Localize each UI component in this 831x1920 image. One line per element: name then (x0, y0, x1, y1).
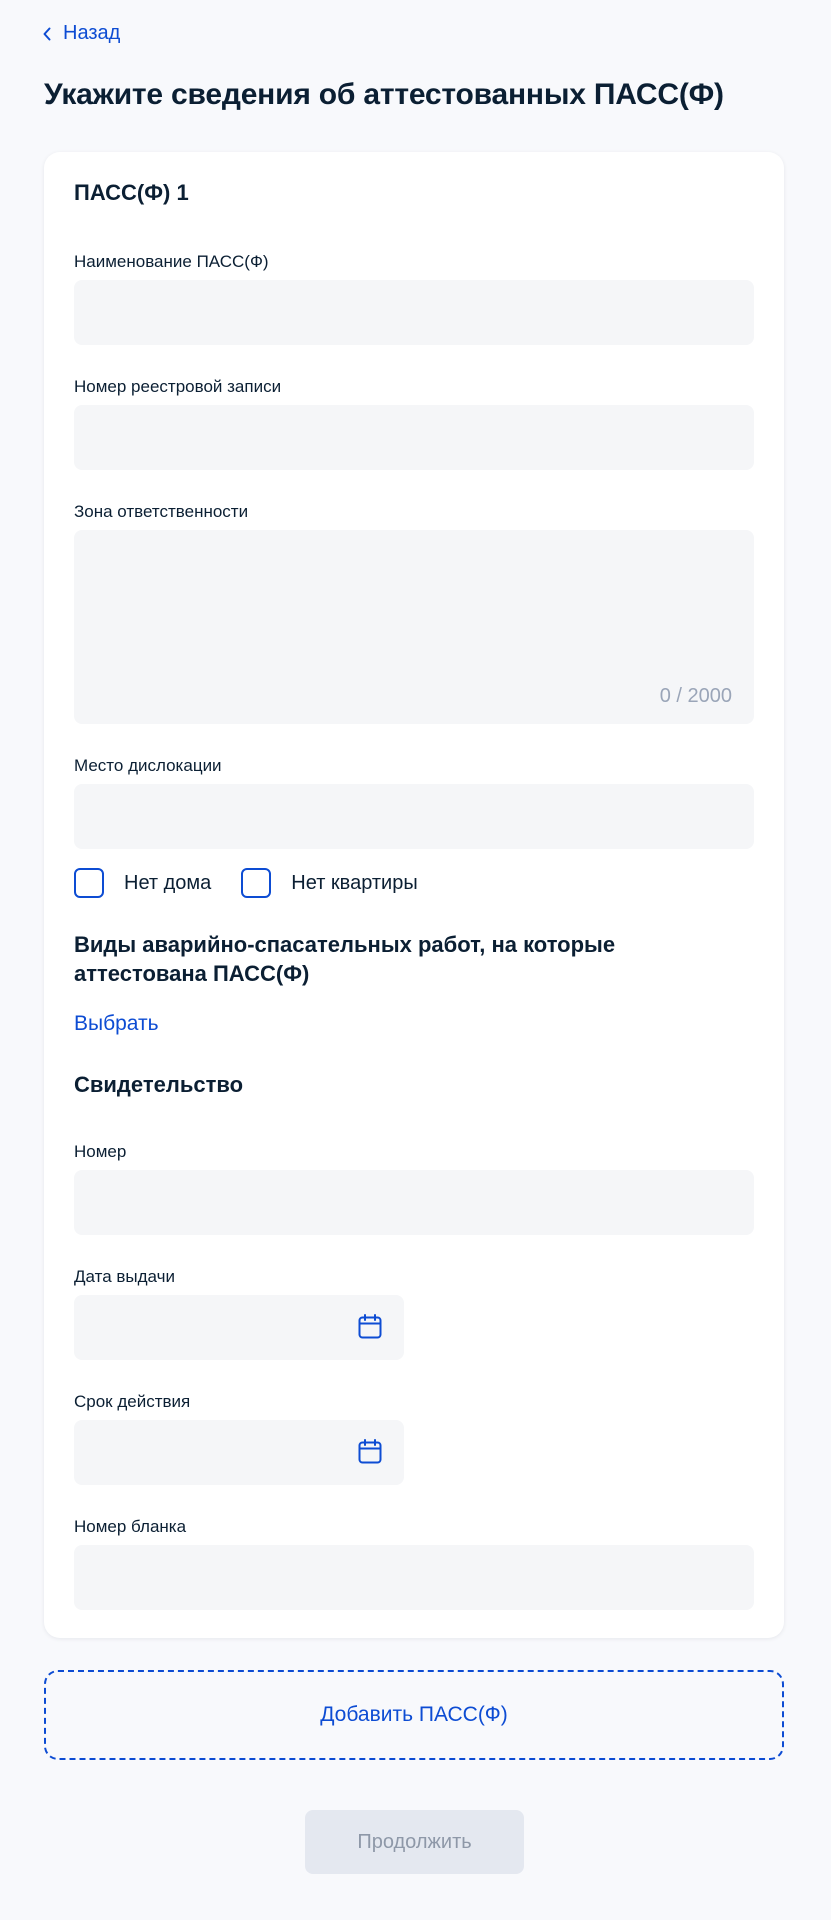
valid-until-label: Срок действия (74, 1392, 191, 1411)
registry-number-input[interactable] (74, 405, 754, 470)
location-input[interactable] (74, 784, 754, 849)
choose-works-link[interactable]: Выбрать (74, 1012, 159, 1036)
name-input[interactable] (74, 280, 754, 345)
issue-date-input[interactable] (74, 1295, 404, 1360)
calendar-icon[interactable] (358, 1314, 382, 1340)
form-number-label: Номер бланка (74, 1517, 187, 1536)
continue-button[interactable]: Продолжить (305, 1810, 524, 1874)
page-title: Укажите сведения об аттестованных ПАСС(Ф… (44, 78, 724, 111)
name-label: Наименование ПАСС(Ф) (74, 252, 269, 271)
zone-label: Зона ответственности (74, 502, 249, 521)
valid-until-input[interactable] (74, 1420, 404, 1485)
address-checkboxes: Нет дома Нет квартиры (74, 868, 448, 898)
calendar-icon[interactable] (358, 1439, 382, 1465)
back-link-label: Назад (63, 22, 121, 44)
checkbox-label: Нет квартиры (291, 871, 418, 894)
checkbox-box[interactable] (241, 868, 272, 898)
zone-textarea[interactable]: 0 / 2000 (74, 530, 754, 724)
certificate-number-label: Номер (74, 1142, 127, 1161)
checkbox-label: Нет дома (124, 871, 212, 894)
location-label: Место дислокации (74, 756, 222, 775)
add-pass-button[interactable]: Добавить ПАСС(Ф) (44, 1670, 784, 1760)
checkbox-box[interactable] (74, 868, 104, 898)
back-link[interactable]: Назад (43, 22, 120, 45)
certificate-section-title: Свидетельство (74, 1072, 244, 1097)
form-number-input[interactable] (74, 1545, 754, 1610)
chevron-left-icon (43, 27, 51, 40)
no-house-checkbox[interactable]: Нет дома (74, 868, 211, 898)
certificate-number-input[interactable] (74, 1170, 754, 1235)
no-apartment-checkbox[interactable]: Нет квартиры (241, 868, 418, 898)
pass-card: ПАСС(Ф) 1 Наименование ПАСС(Ф) Номер рее… (44, 152, 784, 1638)
issue-date-label: Дата выдачи (74, 1267, 175, 1286)
registry-number-label: Номер реестровой записи (74, 377, 282, 396)
card-title: ПАСС(Ф) 1 (74, 180, 189, 205)
works-section-title: Виды аварийно-спасательных работ, на кот… (74, 932, 616, 986)
zone-char-counter: 0 / 2000 (659, 685, 732, 707)
